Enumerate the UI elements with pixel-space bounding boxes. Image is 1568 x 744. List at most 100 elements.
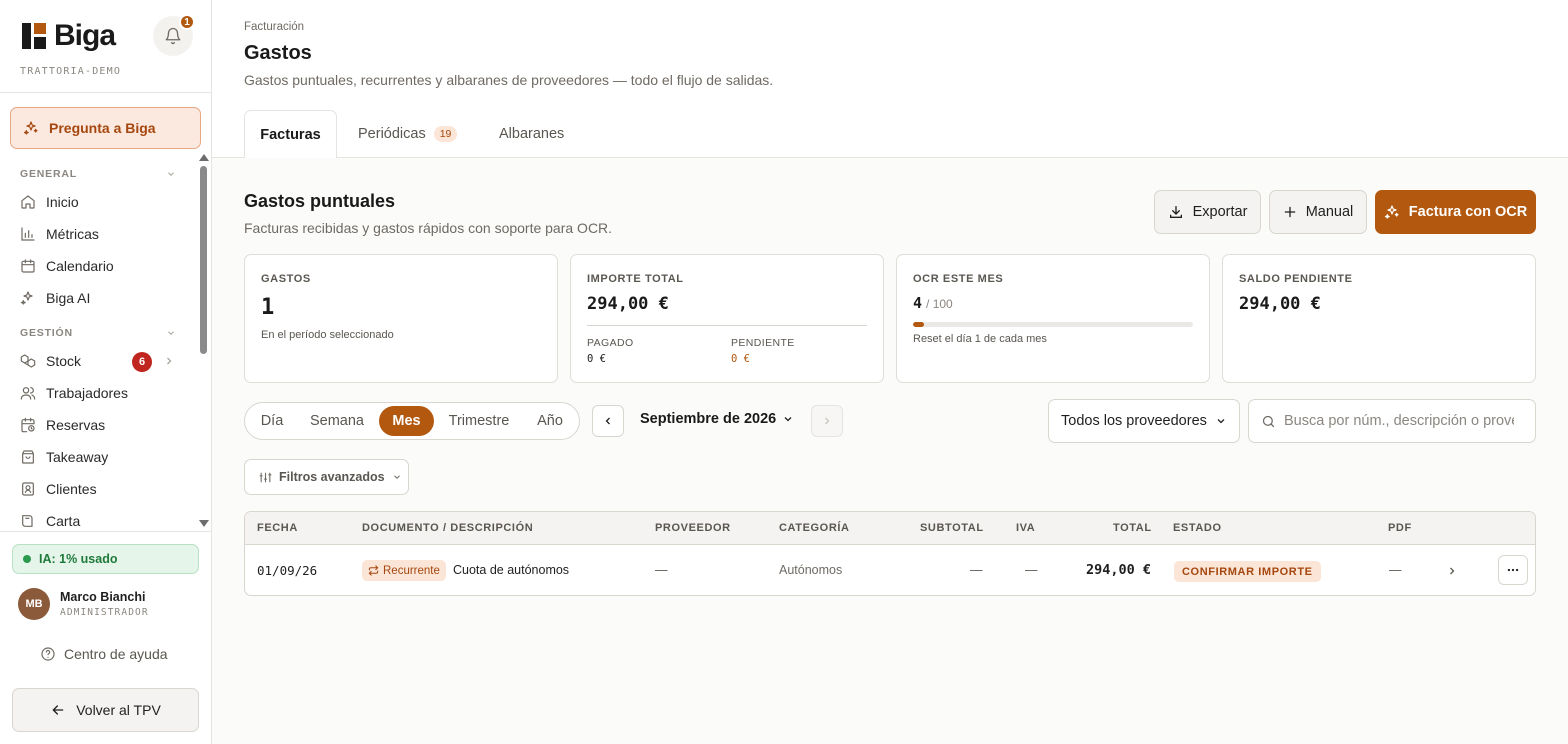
status-dot-icon <box>23 555 31 563</box>
column-header[interactable]: DOCUMENTO / DESCRIPCIÓN <box>362 522 533 534</box>
sidebar-item-metricas[interactable]: Métricas <box>20 221 180 247</box>
row-iva: — <box>1025 563 1038 577</box>
sidebar-item-label: Stock <box>46 353 82 369</box>
period-dia[interactable]: Día <box>253 406 291 436</box>
column-header[interactable]: ESTADO <box>1173 522 1222 534</box>
search-input[interactable] <box>1284 413 1514 429</box>
column-header[interactable]: FECHA <box>257 522 298 534</box>
ocr-progress-bar <box>913 322 1193 327</box>
sidebar-item-label: Métricas <box>46 226 99 242</box>
provider-select[interactable]: Todos los proveedores <box>1048 399 1240 443</box>
home-icon <box>21 195 35 209</box>
column-header[interactable]: TOTAL <box>1113 522 1152 534</box>
sidebar-item-label: Biga AI <box>46 290 91 306</box>
calendar-clock-icon <box>21 417 35 433</box>
users-icon <box>20 387 36 400</box>
sidebar-item-calendario[interactable]: Calendario <box>20 253 180 279</box>
period-ano[interactable]: Año <box>529 406 571 436</box>
book-icon <box>22 515 33 527</box>
sparkles-icon <box>1384 205 1399 219</box>
search-icon <box>1262 415 1275 427</box>
tab-label: Periódicas <box>358 126 426 142</box>
scroll-up-arrow[interactable] <box>199 154 209 161</box>
avatar[interactable]: MB <box>18 588 50 620</box>
expenses-table: FECHA DOCUMENTO / DESCRIPCIÓN PROVEEDOR … <box>244 511 1536 596</box>
next-month-button[interactable] <box>811 405 843 437</box>
breadcrumb[interactable]: Facturación <box>244 21 304 33</box>
back-to-pos-button[interactable]: Volver al TPV <box>12 688 199 732</box>
period-mes[interactable]: Mes <box>379 406 434 436</box>
tab-periodicas[interactable]: Periódicas 19 <box>358 110 458 158</box>
ocr-usage: 4 / 100 <box>913 294 953 312</box>
repeat-icon <box>368 565 379 576</box>
brand-logo[interactable]: Biga <box>22 21 116 51</box>
card-note: En el período seleccionado <box>261 329 394 341</box>
plus-icon <box>1284 206 1296 218</box>
column-header[interactable]: CATEGORÍA <box>779 522 850 534</box>
contact-icon <box>22 482 34 496</box>
export-button[interactable]: Exportar <box>1154 190 1261 234</box>
gastos-count: 1 <box>261 295 275 320</box>
tab-label: Facturas <box>260 126 321 143</box>
ask-biga-label: Pregunta a Biga <box>49 120 156 136</box>
manual-label: Manual <box>1305 204 1354 220</box>
download-icon <box>1169 206 1182 218</box>
month-picker[interactable]: Septiembre de 2026 <box>640 411 794 427</box>
ask-biga-button[interactable]: Pregunta a Biga <box>10 107 201 149</box>
column-header[interactable]: IVA <box>1016 522 1035 534</box>
divider <box>0 92 211 93</box>
advanced-filters-button[interactable]: Filtros avanzados <box>244 459 409 495</box>
sidebar-item-label: Carta <box>46 513 81 529</box>
column-header[interactable]: PDF <box>1388 522 1412 534</box>
more-horizontal-icon <box>1507 568 1519 572</box>
chevron-down-icon <box>1217 419 1225 424</box>
sidebar-item-label: Takeaway <box>46 449 109 465</box>
column-header[interactable]: SUBTOTAL <box>920 522 984 534</box>
row-descripcion: Cuota de autónomos <box>453 563 570 577</box>
pendiente-label: PENDIENTE <box>731 337 795 349</box>
divider <box>587 325 867 326</box>
sidebar-scrollbar[interactable] <box>200 166 207 354</box>
card-note: Reset el día 1 de cada mes <box>913 333 1047 345</box>
pendiente-value: 0 € <box>731 353 750 365</box>
period-semana[interactable]: Semana <box>303 406 371 436</box>
saldo-value: 294,00 € <box>1239 294 1321 314</box>
ocr-invoice-label: Factura con OCR <box>1408 204 1528 220</box>
period-trimestre[interactable]: Trimestre <box>443 406 515 436</box>
ocr-invoice-button[interactable]: Factura con OCR <box>1375 190 1536 234</box>
section-subtitle: Facturas recibidas y gastos rápidos con … <box>244 220 613 236</box>
search-box <box>1248 399 1536 443</box>
sidebar-item-stock[interactable]: Stock <box>20 348 180 374</box>
nav-section-gestion[interactable]: GESTIÓN <box>20 327 176 339</box>
ia-usage-badge[interactable]: IA: 1% usado <box>12 544 199 574</box>
sidebar-item-label: Reservas <box>46 417 106 433</box>
status-badge[interactable]: CONFIRMAR IMPORTE <box>1174 561 1321 582</box>
row-fecha: 01/09/26 <box>257 563 318 578</box>
org-name: TRATTORIA-DEMO <box>20 66 122 77</box>
help-center-link[interactable]: Centro de ayuda <box>40 646 168 662</box>
sliders-icon <box>259 472 272 482</box>
tab-albaranes[interactable]: Albaranes <box>499 110 564 158</box>
chevron-right-icon[interactable] <box>163 355 175 367</box>
tab-facturas[interactable]: Facturas <box>244 110 337 158</box>
column-header[interactable]: PROVEEDOR <box>655 522 731 534</box>
sidebar-item-biga-ai[interactable]: Biga AI <box>20 285 180 311</box>
scroll-down-arrow[interactable] <box>199 520 209 527</box>
sidebar-item-label: Trabajadores <box>46 385 128 401</box>
sidebar-item-inicio[interactable]: Inicio <box>20 189 180 215</box>
sparkles-icon <box>20 291 33 305</box>
row-actions-button[interactable] <box>1498 555 1528 585</box>
sidebar-item-trabajadores[interactable]: Trabajadores <box>20 380 180 406</box>
help-center-label: Centro de ayuda <box>64 646 168 662</box>
chevron-right-icon[interactable] <box>1446 565 1458 577</box>
sidebar-item-takeaway[interactable]: Takeaway <box>20 444 180 470</box>
row-proveedor: — <box>655 563 668 577</box>
sidebar-item-clientes[interactable]: Clientes <box>20 476 180 502</box>
card-label: SALDO PENDIENTE <box>1239 273 1353 285</box>
nav-section-general[interactable]: GENERAL <box>20 168 176 180</box>
manual-button[interactable]: Manual <box>1269 190 1367 234</box>
sidebar-item-reservas[interactable]: Reservas <box>20 412 180 438</box>
chevron-down-icon <box>784 417 792 422</box>
chevron-down-icon <box>168 172 174 176</box>
prev-month-button[interactable] <box>592 405 624 437</box>
